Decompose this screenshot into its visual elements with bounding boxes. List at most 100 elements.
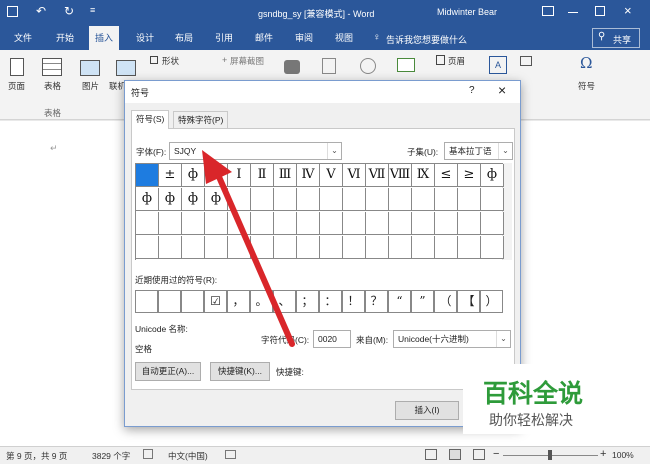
dialog-help-button[interactable]: ? <box>469 85 475 96</box>
symbol-cell[interactable] <box>412 188 435 211</box>
char-code-input[interactable]: 0020 <box>313 330 351 348</box>
symbol-cell[interactable] <box>251 236 274 259</box>
symbol-cell[interactable] <box>274 212 297 235</box>
recent-symbol-cell[interactable]: （ <box>434 290 457 313</box>
symbol-cell[interactable] <box>366 212 389 235</box>
symbol-cell[interactable] <box>205 236 228 259</box>
symbol-cell[interactable] <box>320 188 343 211</box>
symbol-cell[interactable]: ф <box>182 188 205 211</box>
symbol-cell[interactable]: Ⅵ <box>343 164 366 187</box>
symbol-cell[interactable]: ф <box>136 188 159 211</box>
picture-icon[interactable] <box>80 60 100 76</box>
symbol-cell[interactable] <box>389 236 412 259</box>
symbol-cell[interactable]: Ⅷ <box>389 164 412 187</box>
tab-home[interactable]: 开始 <box>56 26 74 50</box>
symbol-cell[interactable] <box>136 212 159 235</box>
symbol-cell[interactable]: Ⅶ <box>366 164 389 187</box>
symbol-cell[interactable] <box>458 188 481 211</box>
symbol-cell[interactable] <box>458 212 481 235</box>
symbol-cell[interactable] <box>435 236 458 259</box>
symbol-cell[interactable] <box>343 212 366 235</box>
symbol-cell[interactable] <box>205 212 228 235</box>
tab-view[interactable]: 视图 <box>335 26 353 50</box>
header-label[interactable]: 页眉 <box>448 55 465 67</box>
symbol-cell[interactable] <box>343 236 366 259</box>
close-window-icon[interactable]: × <box>624 3 632 18</box>
recent-symbol-cell[interactable]: ！ <box>342 290 365 313</box>
symbol-cell[interactable]: ф <box>182 164 205 187</box>
minimize-icon[interactable] <box>568 12 578 13</box>
symbol-cell[interactable] <box>389 188 412 211</box>
symbol-cell[interactable]: Ⅰ <box>228 164 251 187</box>
dialog-close-button[interactable]: × <box>498 82 506 98</box>
table-label[interactable]: 表格 <box>44 80 61 92</box>
font-combo[interactable]: SJQY ⌄ <box>169 142 342 160</box>
recent-symbol-cell[interactable] <box>181 290 204 313</box>
zoom-in-icon[interactable]: + <box>600 448 606 460</box>
picture-label[interactable]: 图片 <box>82 80 99 92</box>
recent-symbol-cell[interactable]: ， <box>227 290 250 313</box>
recent-symbol-cell[interactable]: ？ <box>365 290 388 313</box>
symbol-cell[interactable] <box>412 236 435 259</box>
symbol-cell[interactable] <box>320 236 343 259</box>
symbol-cell[interactable] <box>297 236 320 259</box>
shapes-icon[interactable] <box>150 56 158 64</box>
pages-label[interactable]: 页面 <box>8 80 25 92</box>
recent-symbol-cell[interactable]: 。 <box>250 290 273 313</box>
link-icon[interactable] <box>322 58 336 74</box>
symbol-cell[interactable] <box>366 236 389 259</box>
recent-symbol-cell[interactable] <box>158 290 181 313</box>
tell-me-box[interactable]: 告诉我您想要做什么 <box>386 33 467 46</box>
zoom-out-icon[interactable]: − <box>493 448 499 460</box>
user-name[interactable]: Midwinter Bear <box>437 7 497 17</box>
symbol-cell[interactable] <box>297 188 320 211</box>
bookmark-icon[interactable] <box>360 58 376 74</box>
recent-symbol-cell[interactable]: ： <box>319 290 342 313</box>
maximize-icon[interactable] <box>595 6 605 16</box>
table-icon[interactable] <box>42 58 62 76</box>
symbol-cell[interactable]: Ⅸ <box>412 164 435 187</box>
recent-symbol-cell[interactable]: ” <box>411 290 434 313</box>
recent-symbol-cell[interactable]: “ <box>388 290 411 313</box>
save-icon[interactable] <box>7 6 18 17</box>
symbol-cell[interactable]: ± <box>159 164 182 187</box>
symbol-cell[interactable] <box>435 188 458 211</box>
symbol-cell[interactable]: ф <box>159 188 182 211</box>
from-combo[interactable]: Unicode(十六进制) ⌄ <box>393 330 511 348</box>
symbol-cell[interactable] <box>159 212 182 235</box>
symbol-cell[interactable] <box>251 188 274 211</box>
online-picture-icon[interactable] <box>116 60 136 76</box>
chevron-down-icon[interactable]: ⌄ <box>327 143 341 159</box>
symbol-cell[interactable] <box>458 236 481 259</box>
autocorrect-button[interactable]: 自动更正(A)... <box>135 362 201 381</box>
quickparts-icon[interactable] <box>520 56 532 66</box>
print-layout-icon[interactable] <box>449 449 461 460</box>
symbol-cell[interactable] <box>320 212 343 235</box>
screenshot-icon[interactable]: + <box>222 55 227 65</box>
chevron-down-icon[interactable]: ⌄ <box>496 331 510 347</box>
proofing-icon[interactable] <box>143 449 153 459</box>
tab-review[interactable]: 审阅 <box>295 26 313 50</box>
symbol-cell[interactable] <box>297 212 320 235</box>
recent-symbol-cell[interactable]: 【 <box>457 290 480 313</box>
pages-icon[interactable] <box>10 58 24 76</box>
ribbon-display-icon[interactable] <box>542 6 554 16</box>
symbol-cell[interactable] <box>205 164 228 187</box>
shapes-label[interactable]: 形状 <box>162 55 179 67</box>
symbol-cell[interactable] <box>274 188 297 211</box>
symbol-cell[interactable] <box>182 212 205 235</box>
symbol-cell[interactable]: Ⅴ <box>320 164 343 187</box>
symbol-cell[interactable]: Ⅳ <box>297 164 320 187</box>
word-count[interactable]: 3829 个字 <box>92 450 130 462</box>
symbol-cell[interactable] <box>481 188 504 211</box>
symbol-cell[interactable] <box>136 164 159 187</box>
read-mode-icon[interactable] <box>425 449 437 460</box>
web-layout-icon[interactable] <box>473 449 485 460</box>
tab-design[interactable]: 设计 <box>136 26 154 50</box>
symbol-cell[interactable]: Ⅲ <box>274 164 297 187</box>
recent-symbol-cell[interactable]: ☑ <box>204 290 227 313</box>
symbol-cell[interactable] <box>412 212 435 235</box>
symbol-cell[interactable] <box>251 212 274 235</box>
symbol-cell[interactable] <box>228 236 251 259</box>
recent-symbol-cell[interactable] <box>135 290 158 313</box>
